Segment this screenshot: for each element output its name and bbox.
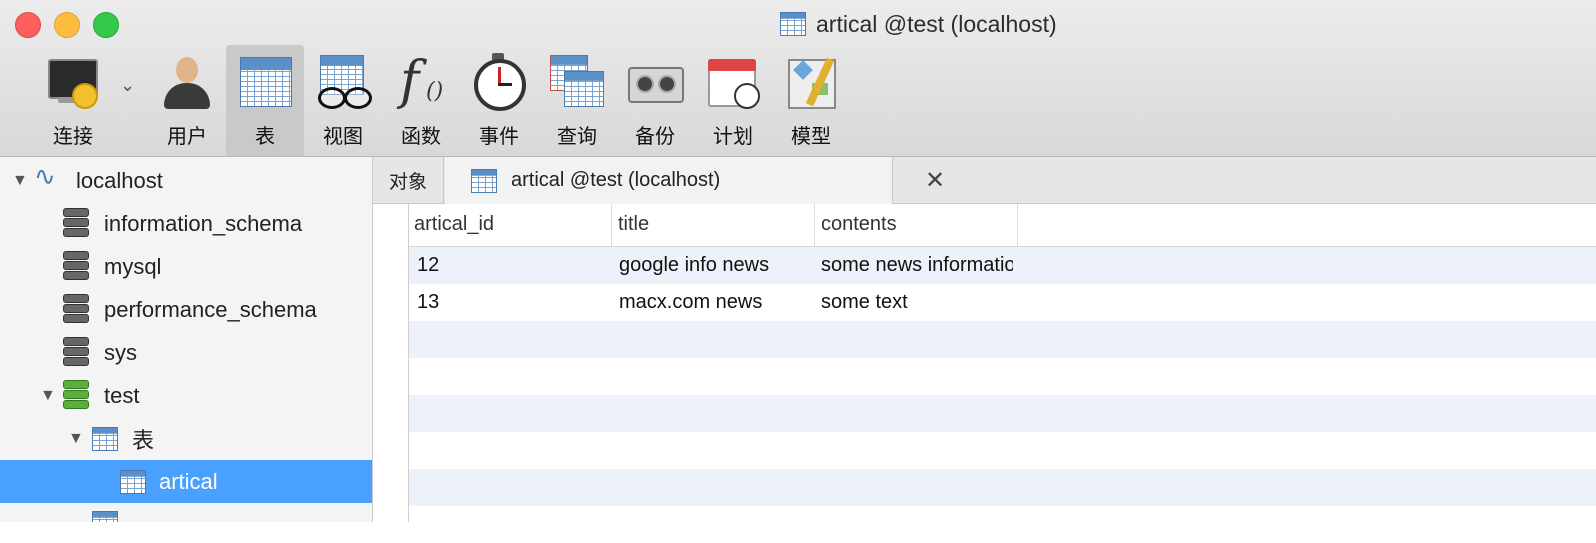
empty-row [373, 321, 1596, 358]
table-icon [780, 12, 806, 36]
window-title-text: artical @test (localhost) [816, 10, 1057, 37]
view-button[interactable]: 视图 [304, 45, 382, 156]
backup-label: 备份 [635, 126, 675, 148]
model-label: 模型 [791, 126, 831, 148]
schedule-button[interactable]: 计划 [694, 45, 772, 156]
calendar-clock-icon [704, 53, 762, 111]
tree-item-database-test[interactable]: ▼ test [0, 374, 372, 417]
tree-label: sys [104, 339, 137, 365]
database-icon [63, 294, 89, 324]
tree-item-table-artical[interactable]: artical [0, 460, 372, 503]
schedule-label: 计划 [713, 126, 753, 148]
tree-item-database[interactable]: sys [0, 331, 372, 374]
tree-label: localhost [76, 167, 163, 193]
table-icon [120, 470, 146, 494]
database-icon [63, 251, 89, 281]
event-button[interactable]: 事件 [460, 45, 538, 156]
cell[interactable]: some news information [821, 247, 1013, 284]
minimize-window-button[interactable] [54, 12, 80, 38]
cassette-icon [626, 53, 684, 111]
tree-item-partial[interactable] [0, 503, 372, 522]
disclosure-triangle-icon[interactable]: ▼ [12, 172, 28, 190]
tree-label: artical [159, 468, 218, 494]
tab-objects-label: 对象 [388, 171, 427, 193]
cell[interactable]: 12 [417, 247, 607, 284]
empty-row [373, 469, 1596, 506]
function-label: 函数 [401, 126, 441, 148]
mysql-dolphin-icon: ∿ [34, 161, 56, 191]
table-row[interactable]: 12 google info news some news informatio… [373, 247, 1596, 284]
chevron-down-icon[interactable]: ⌄ [120, 75, 135, 96]
view-icon [92, 511, 118, 522]
view-label: 视图 [323, 126, 363, 148]
connection-icon [44, 53, 102, 111]
model-diagram-icon [782, 53, 840, 111]
event-label: 事件 [479, 126, 519, 148]
query-button[interactable]: 查询 [538, 45, 616, 156]
query-label: 查询 [557, 126, 597, 148]
window-title: artical @test (localhost) [780, 8, 1057, 40]
tree-label: 表 [132, 427, 155, 453]
tree-label: mysql [104, 253, 162, 279]
tree-item-database[interactable]: performance_schema [0, 288, 372, 331]
cell[interactable]: macx.com news [619, 284, 811, 321]
tree-label: performance_schema [104, 296, 317, 322]
column-header[interactable]: artical_id [408, 204, 612, 246]
empty-row [373, 506, 1596, 543]
close-window-button[interactable] [15, 12, 41, 38]
database-icon [63, 208, 89, 238]
model-button[interactable]: 模型 [772, 45, 850, 156]
tree-item-database[interactable]: information_schema [0, 202, 372, 245]
connect-button[interactable]: 连接 [34, 45, 112, 156]
disclosure-triangle-icon[interactable]: ▼ [40, 387, 56, 405]
table-icon [236, 53, 294, 111]
connection-tree: ▼ ∿ localhost information_schema mysql p… [0, 157, 373, 522]
user-button[interactable]: 用户 [148, 45, 226, 156]
tree-item-localhost[interactable]: ▼ ∿ localhost [0, 159, 372, 202]
tree-label: information_schema [104, 210, 303, 236]
table-icon [92, 427, 118, 451]
view-icon [314, 53, 372, 111]
cell[interactable]: google info news [619, 247, 811, 284]
database-icon [63, 337, 89, 367]
table-icon [471, 169, 497, 193]
window-toolbar: artical @test (localhost) 连接 ⌄ 用户 表 视图 f… [0, 0, 1596, 157]
database-open-icon [63, 380, 89, 410]
table-button[interactable]: 表 [226, 45, 304, 156]
backup-button[interactable]: 备份 [616, 45, 694, 156]
disclosure-triangle-icon[interactable]: ▼ [68, 430, 84, 448]
column-header[interactable]: title [612, 204, 815, 246]
table-label: 表 [255, 126, 275, 148]
cell[interactable]: 13 [417, 284, 607, 321]
query-icon [548, 53, 606, 111]
tree-item-tables-folder[interactable]: ▼ 表 [0, 417, 372, 460]
empty-row [373, 432, 1596, 469]
user-label: 用户 [167, 126, 207, 148]
column-header[interactable]: contents [815, 204, 1018, 246]
tab-artical[interactable]: artical @test (localhost) ✕ [445, 157, 945, 204]
function-icon: f() [400, 51, 444, 111]
main-toolbar: 连接 ⌄ 用户 表 视图 f() 函数 事件 查询 备份 计划 模型 [0, 45, 900, 156]
table-row[interactable]: 13 macx.com news some text [373, 284, 1596, 321]
tab-objects[interactable]: 对象 [373, 157, 444, 203]
connect-label: 连接 [53, 126, 93, 148]
stopwatch-icon [470, 53, 528, 111]
grid-header: artical_id title contents [373, 204, 1596, 247]
empty-row [373, 358, 1596, 395]
user-icon [158, 53, 216, 111]
empty-row [373, 395, 1596, 432]
close-tab-icon[interactable]: ✕ [925, 166, 945, 195]
tree-item-database[interactable]: mysql [0, 245, 372, 288]
tab-artical-label: artical @test (localhost) [511, 169, 721, 191]
data-grid: artical_id title contents 12 google info… [373, 204, 1596, 522]
cell[interactable]: some text [821, 284, 1013, 321]
tree-label: test [104, 382, 140, 408]
row-gutter [373, 204, 409, 522]
function-button[interactable]: f() 函数 [382, 45, 460, 156]
tab-bar: 对象 artical @test (localhost) ✕ [373, 157, 1596, 204]
zoom-window-button[interactable] [93, 12, 119, 38]
